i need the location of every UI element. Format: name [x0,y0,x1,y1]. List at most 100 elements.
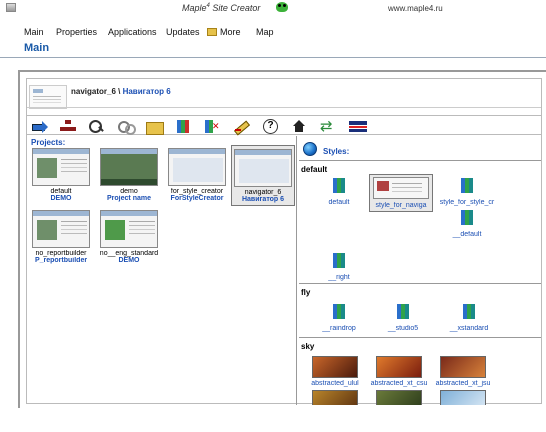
gears-icon[interactable] [117,119,136,135]
project-name: default [50,188,72,195]
style-thumbnail [373,177,429,199]
style-label: __raindrop [322,325,356,332]
menu-item-updates[interactable]: Updates [166,27,200,37]
section-divider [299,160,541,161]
style-thumbnail [440,390,486,405]
project-subtitle: Навигатор 6 [241,196,285,203]
menu-item-more-label: More [220,27,241,37]
menu-item-properties[interactable]: Properties [56,27,97,37]
style-item-abstracted-ulul[interactable]: abstracted_ulul [303,356,367,387]
style-label: __right [328,274,350,281]
style-item-xstandard[interactable]: __xstandard [437,304,501,332]
help-icon[interactable] [261,119,279,134]
project-name: no_reportbuilder [35,250,87,257]
globe-icon [303,142,317,156]
style-label: abstracted_xt_jsu [435,380,491,387]
breadcrumb: navigator_6 \ Навигатор 6 [71,87,171,96]
style-book-icon [461,178,473,193]
project-thumbnail [100,148,158,186]
style-book-icon [333,253,345,268]
app-title: Maple4 Site Creator [182,3,260,13]
project-no-reportbuilder[interactable]: no_reportbuilder P_reportbuilder [29,210,93,264]
style-book-icon [461,210,473,225]
styles-panel: Styles: default default style_for_naviga… [299,136,541,405]
frog-mascot-icon [276,2,288,12]
style-label: abstracted_xt_csu [370,380,428,387]
page-title: Main [24,42,50,54]
menu-item-applications[interactable]: Applications [108,27,157,37]
title-divider [0,57,546,58]
style-item-default-underscore[interactable]: __default [435,210,499,238]
style-item-sky-6[interactable] [431,390,495,405]
style-item-style-for-style-cr[interactable]: style_for_style_cr [435,178,499,206]
app-title-text: Maple [182,3,207,13]
style-thumbnail [312,390,358,405]
content-frame: navigator_6 \ Навигатор 6 Projects: defa… [18,70,546,408]
breadcrumb-path: navigator_6 \ [71,87,123,96]
app-title-suffix: Site Creator [209,3,261,13]
project-name: demo [120,188,138,195]
main-menu: Main Properties Applications Updates Mor… [0,24,546,40]
edit-pencil-icon[interactable] [232,119,250,133]
style-label: abstracted_ulul [311,380,359,387]
project-for-style-creator[interactable]: for_style_creator ForStyleCreator [165,148,229,202]
style-item-right[interactable]: __right [307,253,371,281]
delete-book-icon[interactable] [203,119,221,133]
breadcrumb-current: Навигатор 6 [122,87,171,96]
projects-panel: Projects: default DEMO demo Project name… [27,136,297,405]
project-demo[interactable]: demo Project name [97,148,161,202]
style-thumbnail [376,356,422,378]
folder-icon[interactable] [145,119,164,135]
style-item-sky-4[interactable] [303,390,367,405]
style-book-icon [333,178,345,193]
app-logo-icon [6,3,16,12]
style-group-default: default [301,165,328,174]
folder-icon [207,28,217,36]
project-no-eng-standard[interactable]: no__eng_standard DEMO [97,210,161,264]
style-label: __studio5 [387,325,419,332]
project-thumbnail [234,149,292,187]
style-item-abstracted-xt-csu[interactable]: abstracted_xt_csu [367,356,431,387]
style-item-style-for-naviga[interactable]: style_for_naviga [369,174,433,212]
style-item-sky-5[interactable] [367,390,431,405]
swap-icon[interactable] [319,117,337,135]
style-book-icon [397,304,409,319]
project-subtitle: Project name [107,195,151,202]
project-thumbnail [100,210,158,248]
books-icon[interactable] [174,119,192,133]
style-thumbnail [312,356,358,378]
menu-item-more[interactable]: More [207,27,241,37]
back-arrow-icon[interactable] [31,119,49,133]
project-navigator-6[interactable]: navigator_6 Навигатор 6 [231,145,295,206]
project-name: no__eng_standard [99,250,159,257]
magnifier-icon[interactable] [87,119,105,133]
navigator-thumbnail [29,85,67,109]
style-item-studio5[interactable]: __studio5 [371,304,435,332]
project-thumbnail [32,210,90,248]
project-default[interactable]: default DEMO [29,148,93,202]
style-thumbnail [440,356,486,378]
project-subtitle: P_reportbuilder [34,257,88,264]
uk-flag-icon[interactable] [349,119,367,133]
menu-item-map[interactable]: Map [256,27,274,37]
tree-icon[interactable] [59,119,77,133]
project-subtitle: DEMO [118,257,140,264]
toolbar [27,115,541,135]
style-item-abstracted-xt-jsu[interactable]: abstracted_xt_jsu [431,356,495,387]
project-name: navigator_6 [244,189,282,196]
site-url: www.maple4.ru [388,4,443,13]
content-panel: navigator_6 \ Навигатор 6 Projects: defa… [26,78,542,405]
styles-title: Styles: [323,147,350,156]
section-divider [299,283,541,284]
style-thumbnail [376,390,422,405]
style-group-fly: fly [301,288,311,297]
project-name: for_style_creator [170,188,224,195]
style-book-icon [333,304,345,319]
style-item-default[interactable]: default [307,178,371,206]
menu-item-main[interactable]: Main [24,27,44,37]
project-subtitle: ForStyleCreator [170,195,224,202]
project-thumbnail [32,148,90,186]
style-item-raindrop[interactable]: __raindrop [307,304,371,332]
breadcrumb-divider [27,107,541,108]
home-icon[interactable] [290,119,308,133]
